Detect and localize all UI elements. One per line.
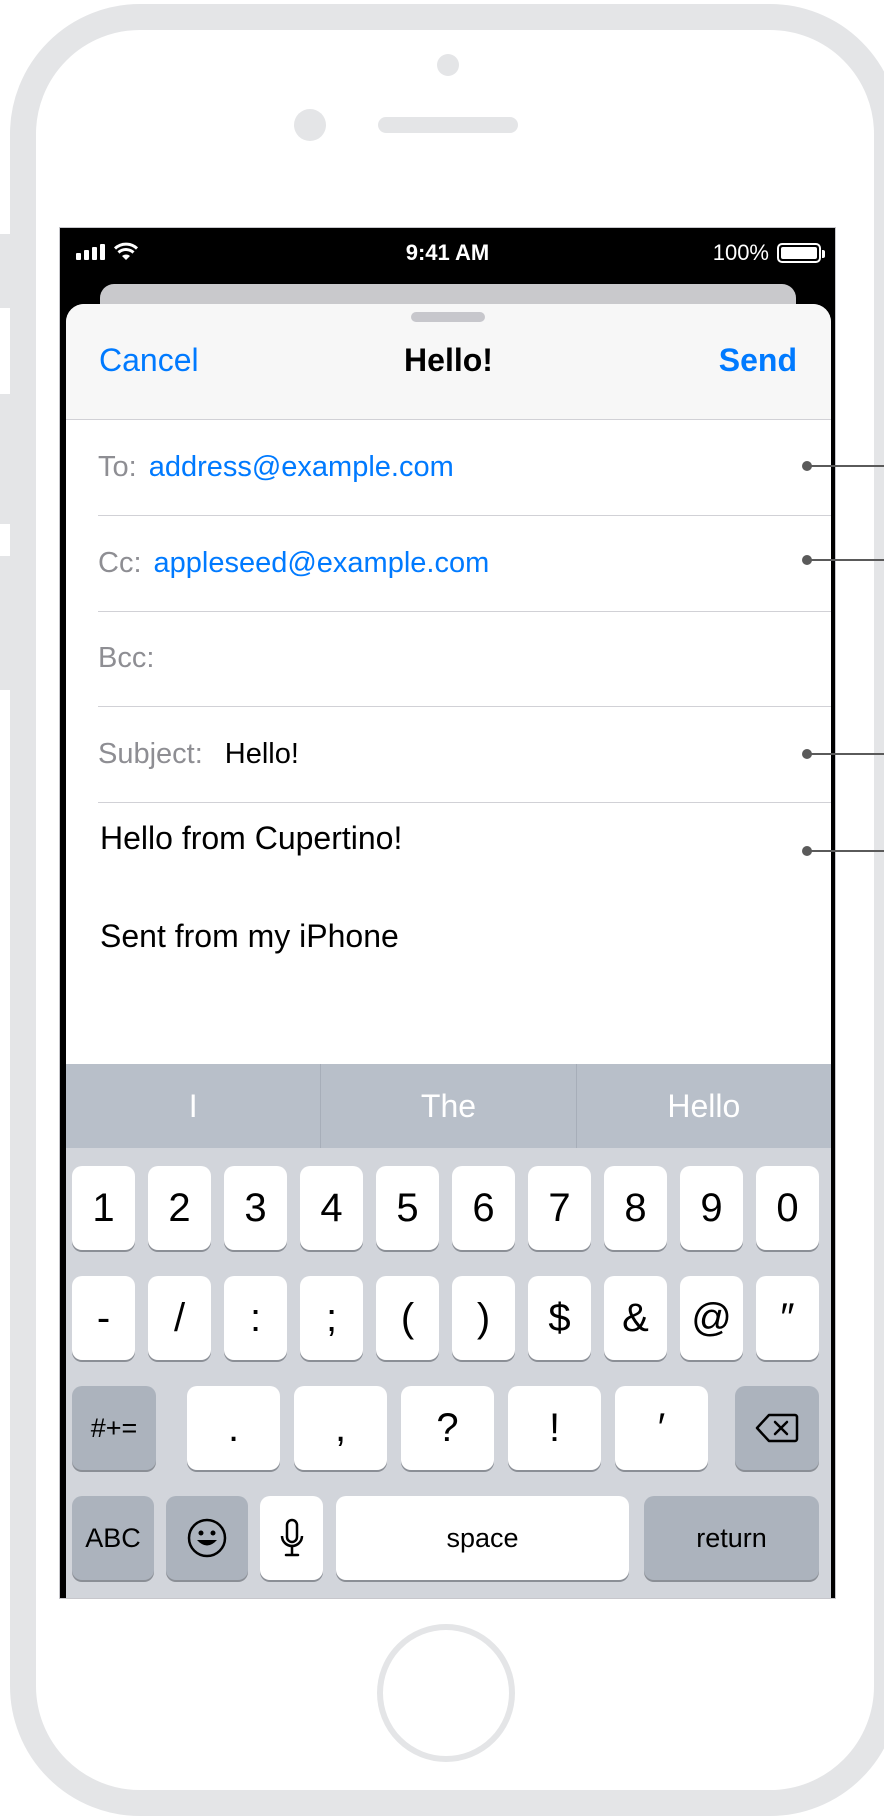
- bcc-label: Bcc:: [98, 642, 155, 674]
- backspace-key[interactable]: [735, 1386, 819, 1470]
- key-2[interactable]: 2: [148, 1166, 211, 1250]
- key-semicolon[interactable]: ;: [300, 1276, 363, 1360]
- key-quote[interactable]: ″: [756, 1276, 819, 1360]
- suggestion[interactable]: Hello: [577, 1064, 831, 1148]
- battery-percent: 100%: [712, 240, 769, 265]
- symbols-mode-key[interactable]: #+=: [72, 1386, 156, 1470]
- callout-line: [807, 465, 884, 467]
- key-9[interactable]: 9: [680, 1166, 743, 1250]
- to-recipient[interactable]: address@example.com: [149, 451, 454, 484]
- key-question[interactable]: ?: [401, 1386, 494, 1470]
- key-at[interactable]: @: [680, 1276, 743, 1360]
- return-key[interactable]: return: [644, 1496, 819, 1580]
- space-key[interactable]: space: [336, 1496, 629, 1580]
- cc-recipient[interactable]: appleseed@example.com: [154, 547, 490, 580]
- subject-label: Subject:: [98, 738, 203, 770]
- key-slash[interactable]: /: [148, 1276, 211, 1360]
- key-0[interactable]: 0: [756, 1166, 819, 1250]
- key-8[interactable]: 8: [604, 1166, 667, 1250]
- key-exclamation[interactable]: !: [508, 1386, 601, 1470]
- home-button[interactable]: [377, 1624, 515, 1762]
- key-7[interactable]: 7: [528, 1166, 591, 1250]
- compose-sheet: Hello! Cancel Send To: address@example.c…: [66, 304, 831, 1598]
- key-hyphen[interactable]: -: [72, 1276, 135, 1360]
- callout-line: [807, 753, 884, 755]
- keyboard: 1 2 3 4 5 6 7 8 9 0 - / : ; ( ) $ & @ ″ …: [66, 1148, 831, 1598]
- sheet-grabber[interactable]: [411, 312, 485, 322]
- body-line: Hello from Cupertino!: [100, 820, 403, 856]
- send-button[interactable]: Send: [719, 342, 797, 379]
- dictation-key[interactable]: [260, 1496, 323, 1580]
- subject-value[interactable]: Hello!: [225, 738, 299, 771]
- cc-label: Cc:: [98, 547, 142, 579]
- earpiece-speaker: [378, 117, 518, 133]
- screen: 9:41 AM 100% Hello! Cancel Send To: addr…: [59, 227, 836, 1599]
- callout-line: [807, 559, 884, 561]
- compose-navbar: Hello! Cancel Send: [66, 304, 831, 420]
- cancel-button[interactable]: Cancel: [99, 342, 199, 379]
- key-5[interactable]: 5: [376, 1166, 439, 1250]
- message-body[interactable]: Hello from Cupertino! Sent from my iPhon…: [100, 789, 402, 985]
- predictive-bar: I The Hello: [66, 1064, 831, 1148]
- key-6[interactable]: 6: [452, 1166, 515, 1250]
- callout-line: [807, 850, 884, 852]
- emoji-key[interactable]: [166, 1496, 248, 1580]
- signature-line: Sent from my iPhone: [100, 918, 399, 954]
- microphone-icon: [280, 1518, 303, 1557]
- volume-down-button: [0, 556, 12, 690]
- proximity-sensor: [294, 109, 326, 141]
- key-comma[interactable]: ,: [294, 1386, 387, 1470]
- abc-mode-key[interactable]: ABC: [72, 1496, 154, 1580]
- to-label: To:: [98, 451, 137, 483]
- key-dollar[interactable]: $: [528, 1276, 591, 1360]
- backspace-icon: [755, 1413, 799, 1443]
- key-ampersand[interactable]: &: [604, 1276, 667, 1360]
- volume-up-button: [0, 394, 12, 524]
- cc-field[interactable]: Cc: appleseed@example.com: [98, 516, 831, 612]
- emoji-icon: [187, 1518, 227, 1558]
- key-close-paren[interactable]: ): [452, 1276, 515, 1360]
- mute-switch: [0, 234, 12, 308]
- key-apostrophe[interactable]: ′: [615, 1386, 708, 1470]
- key-4[interactable]: 4: [300, 1166, 363, 1250]
- key-period[interactable]: .: [187, 1386, 280, 1470]
- key-colon[interactable]: :: [224, 1276, 287, 1360]
- suggestion[interactable]: I: [66, 1064, 322, 1148]
- key-1[interactable]: 1: [72, 1166, 135, 1250]
- status-right: 100%: [712, 240, 825, 266]
- key-open-paren[interactable]: (: [376, 1276, 439, 1360]
- bcc-field[interactable]: Bcc:: [98, 611, 831, 707]
- suggestion[interactable]: The: [321, 1064, 577, 1148]
- key-3[interactable]: 3: [224, 1166, 287, 1250]
- battery-icon: [777, 243, 825, 263]
- front-camera: [437, 54, 459, 76]
- status-bar: 9:41 AM 100%: [60, 228, 835, 278]
- to-field[interactable]: To: address@example.com: [98, 420, 831, 516]
